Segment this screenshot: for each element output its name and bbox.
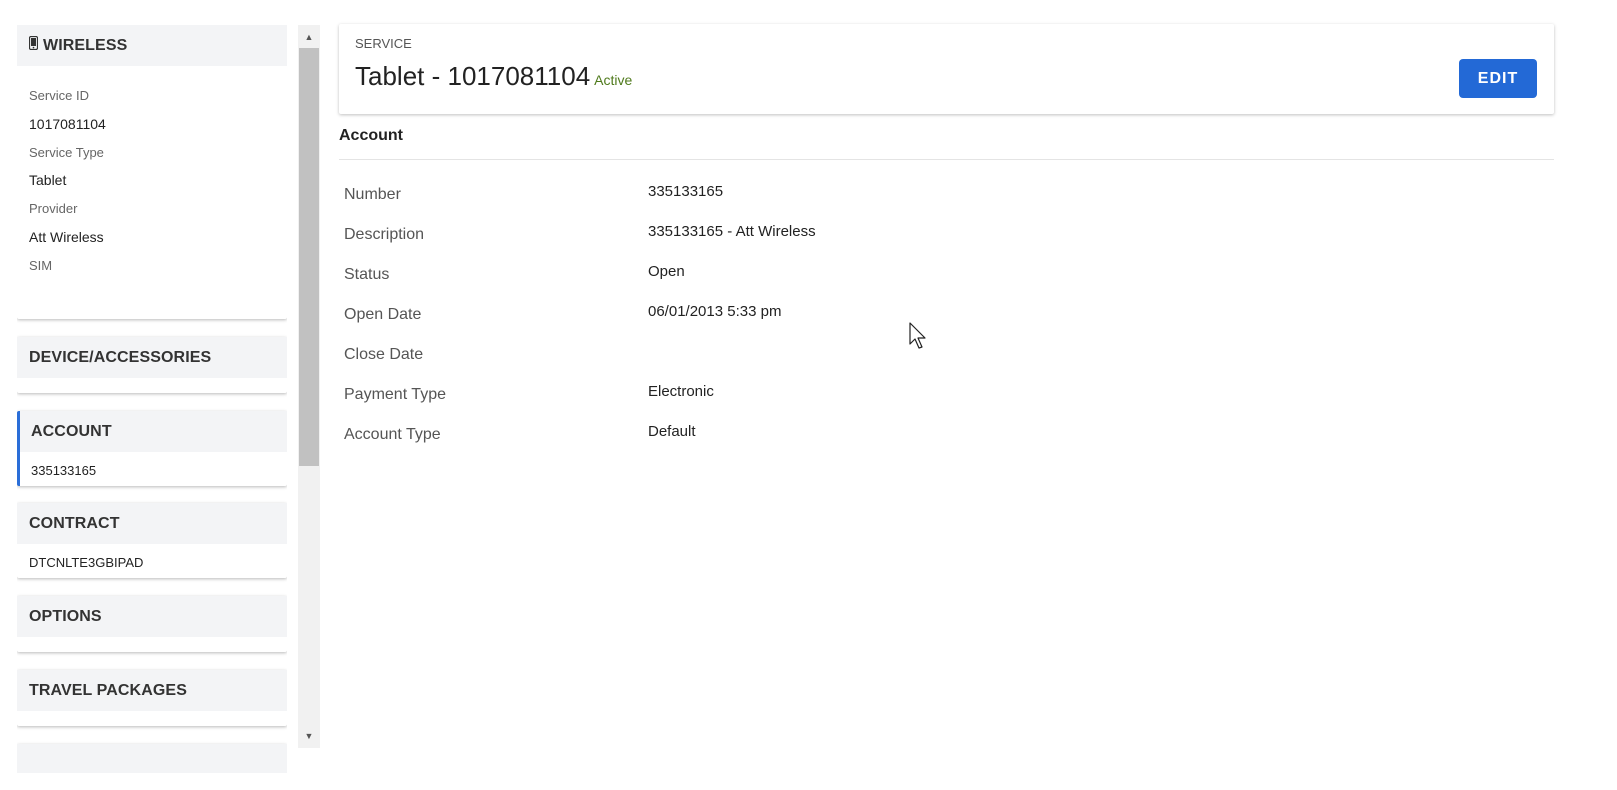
account-card[interactable]: ACCOUNT 335133165 <box>17 411 287 486</box>
payment-type-value: Electronic <box>648 383 714 400</box>
service-id-value: 1017081104 <box>29 116 106 132</box>
account-type-value: Default <box>648 423 696 440</box>
service-title-text: Tablet - 1017081104 <box>355 61 591 91</box>
travel-packages-card[interactable]: TRAVEL PACKAGES <box>17 670 287 726</box>
account-section-title: Account <box>339 127 403 144</box>
options-card[interactable]: OPTIONS <box>17 596 287 652</box>
contract-card-title[interactable]: CONTRACT <box>17 503 287 544</box>
wireless-card-title: WIRELESS <box>43 36 128 54</box>
account-card-title[interactable]: ACCOUNT <box>20 411 287 452</box>
close-date-label: Close Date <box>344 346 424 363</box>
provider-label: Provider <box>29 201 78 216</box>
provider-value: Att Wireless <box>29 229 104 245</box>
wireless-card[interactable]: WIRELESS Service ID 1017081104 Service T… <box>17 25 287 319</box>
service-type-label: Service Type <box>29 145 104 160</box>
sidebar: WIRELESS Service ID 1017081104 Service T… <box>17 25 287 773</box>
service-label: SERVICE <box>355 36 412 51</box>
device-accessories-card[interactable]: DEVICE/ACCESSORIES <box>17 337 287 393</box>
mouse-cursor-icon <box>909 322 929 355</box>
number-value: 335133165 <box>648 183 724 200</box>
number-label: Number <box>344 186 401 203</box>
status-label: Status <box>344 266 390 283</box>
next-card-partial[interactable] <box>17 744 287 773</box>
scrollbar-thumb[interactable] <box>299 48 319 466</box>
scroll-down-arrow-icon[interactable]: ▼ <box>298 727 320 745</box>
device-accessories-card-title[interactable]: DEVICE/ACCESSORIES <box>17 337 287 378</box>
sim-label: SIM <box>29 258 53 273</box>
service-header-card: SERVICE Tablet - 1017081104 Active EDIT <box>339 24 1554 114</box>
mobile-phone-icon <box>28 35 39 55</box>
contract-card[interactable]: CONTRACT DTCNLTE3GBIPAD <box>17 503 287 578</box>
contract-card-value: DTCNLTE3GBIPAD <box>29 555 144 570</box>
scroll-up-arrow-icon[interactable]: ▲ <box>298 28 320 46</box>
travel-packages-card-title[interactable]: TRAVEL PACKAGES <box>17 670 287 711</box>
account-card-value: 335133165 <box>31 463 97 478</box>
status-value: Open <box>648 263 685 280</box>
open-date-label: Open Date <box>344 306 422 323</box>
edit-button[interactable]: EDIT <box>1459 59 1537 98</box>
service-type-value: Tablet <box>29 172 67 188</box>
description-value: 335133165 - Att Wireless <box>648 223 816 240</box>
open-date-value: 06/01/2013 5:33 pm <box>648 303 782 320</box>
page-title: Tablet - 1017081104 Active <box>355 61 632 92</box>
sidebar-scrollbar[interactable]: ▲ ▼ <box>298 25 320 748</box>
description-label: Description <box>344 226 425 243</box>
payment-type-label: Payment Type <box>344 386 446 403</box>
wireless-card-header[interactable]: WIRELESS <box>17 25 287 66</box>
service-id-label: Service ID <box>29 88 89 103</box>
next-card-header[interactable] <box>17 744 287 773</box>
status-badge: Active <box>594 72 633 88</box>
account-type-label: Account Type <box>344 426 441 443</box>
options-card-title[interactable]: OPTIONS <box>17 596 287 637</box>
section-divider <box>339 159 1554 160</box>
